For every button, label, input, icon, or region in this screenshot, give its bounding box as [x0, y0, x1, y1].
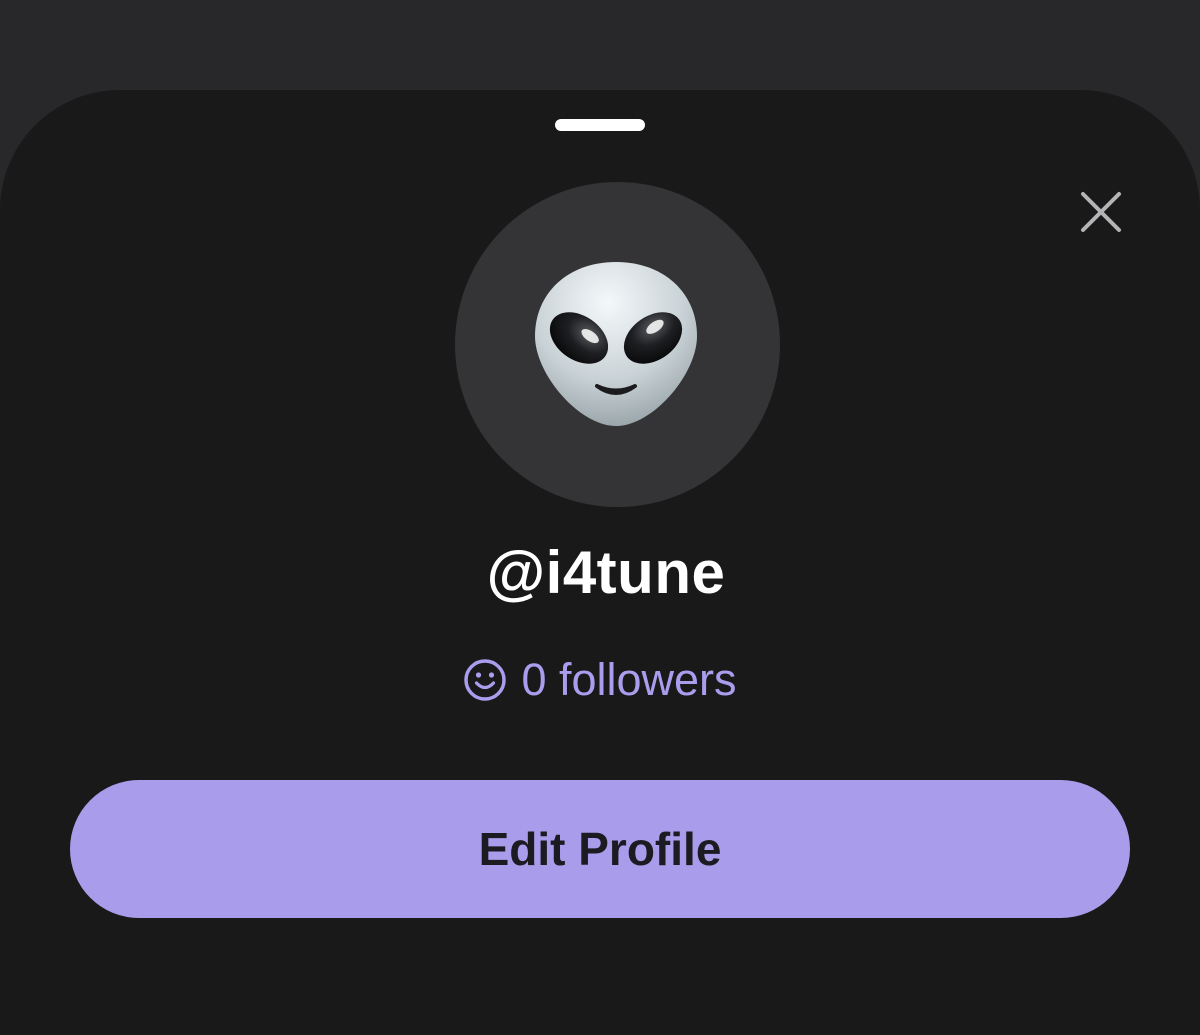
sheet-grabber-handle[interactable] — [555, 119, 645, 131]
screen: @i4tune 0 followers Edit Profile — [0, 0, 1200, 1035]
profile-sheet: @i4tune 0 followers Edit Profile — [0, 90, 1200, 1035]
username: @i4tune — [486, 539, 726, 606]
avatar — [455, 182, 780, 507]
close-button[interactable] — [1072, 183, 1130, 241]
followers-count-link[interactable]: 0 followers — [0, 652, 1200, 708]
alien-icon — [535, 262, 697, 426]
edit-profile-label: Edit Profile — [478, 823, 722, 875]
edit-profile-button[interactable]: Edit Profile — [70, 780, 1130, 918]
close-icon — [1081, 192, 1121, 232]
smiley-icon — [464, 659, 507, 701]
followers-label: 0 followers — [521, 654, 737, 705]
